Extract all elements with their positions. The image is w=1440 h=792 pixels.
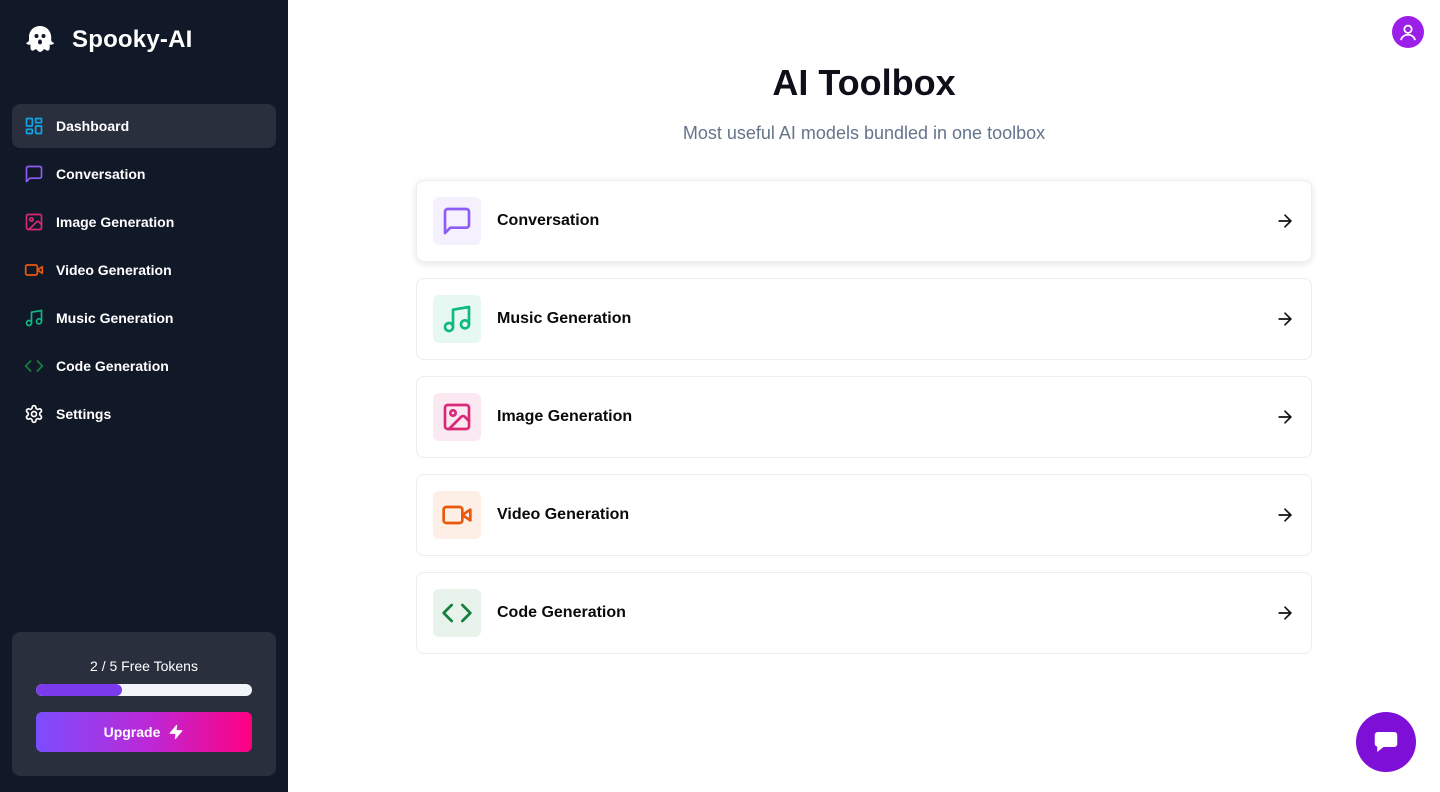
free-tokens-counter: 2 / 5 Free Tokens [90, 658, 198, 674]
tool-icon-box [433, 491, 481, 539]
sidebar-item-settings[interactable]: Settings [12, 392, 276, 436]
tool-label: Music Generation [497, 310, 632, 327]
tokens-progress-bar [36, 684, 252, 696]
sidebar-item-label: Image Generation [56, 214, 175, 230]
sidebar-item-image-generation[interactable]: Image Generation [12, 200, 276, 244]
dashboard-icon [24, 116, 44, 136]
sidebar-nav: Dashboard Conversation Image Generation … [12, 104, 276, 440]
arrow-right-icon [1275, 309, 1295, 329]
arrow-right-icon [1275, 407, 1295, 427]
main-content: AI Toolbox Most useful AI models bundled… [288, 0, 1440, 792]
tokens-progress-fill [36, 684, 123, 696]
image-icon [443, 403, 471, 431]
zap-icon [169, 724, 183, 740]
tool-card-conversation[interactable]: Conversation [416, 180, 1312, 262]
sidebar: Spooky-AI Dashboard Conversation Image G… [0, 0, 288, 792]
tool-card-code-generation[interactable]: Code Generation [416, 572, 1312, 654]
tool-label: Video Generation [497, 506, 630, 523]
code-icon [442, 603, 472, 623]
tool-card-music-generation[interactable]: Music Generation [416, 278, 1312, 360]
tool-icon-box [433, 295, 481, 343]
upgrade-button-label: Upgrade [103, 724, 161, 740]
sidebar-item-music-generation[interactable]: Music Generation [12, 296, 276, 340]
code-icon [24, 356, 44, 376]
tool-label: Code Generation [497, 604, 626, 621]
sidebar-item-conversation[interactable]: Conversation [12, 152, 276, 196]
image-icon [24, 212, 44, 232]
tool-list: Conversation Music Generation Image Gene… [416, 180, 1312, 670]
video-icon [24, 260, 44, 280]
arrow-right-icon [1275, 603, 1295, 623]
ghost-logo-icon [26, 26, 55, 52]
sidebar-item-label: Music Generation [56, 310, 174, 326]
user-icon [1400, 24, 1416, 41]
tool-label: Conversation [497, 212, 600, 229]
user-avatar[interactable] [1392, 16, 1424, 48]
tool-card-video-generation[interactable]: Video Generation [416, 474, 1312, 556]
sidebar-item-video-generation[interactable]: Video Generation [12, 248, 276, 292]
app-root: Spooky-AI Dashboard Conversation Image G… [0, 0, 1440, 792]
tool-icon-box [433, 197, 481, 245]
arrow-right-icon [1275, 505, 1295, 525]
upgrade-button[interactable]: Upgrade [36, 712, 252, 752]
settings-icon [24, 404, 44, 424]
arrow-right-icon [1275, 211, 1295, 231]
sidebar-item-label: Code Generation [56, 358, 169, 374]
sidebar-item-label: Video Generation [56, 262, 172, 278]
brand[interactable]: Spooky-AI [24, 24, 192, 56]
brand-name: Spooky-AI [72, 26, 193, 53]
sidebar-item-label: Dashboard [56, 118, 130, 134]
page-title: AI Toolbox [772, 62, 956, 103]
tool-label: Image Generation [497, 408, 633, 425]
music-icon [24, 308, 44, 328]
free-tokens-card: 2 / 5 Free Tokens Upgrade [12, 632, 276, 776]
chat-bubble-icon [1374, 732, 1398, 752]
page-subtitle: Most useful AI models bundled in one too… [682, 123, 1046, 143]
tool-icon-box [433, 589, 481, 637]
sidebar-item-label: Conversation [56, 166, 146, 182]
message-square-icon [24, 164, 44, 184]
sidebar-item-label: Settings [56, 406, 112, 422]
tool-icon-box [433, 393, 481, 441]
sidebar-item-code-generation[interactable]: Code Generation [12, 344, 276, 388]
message-square-icon [443, 207, 471, 235]
tool-card-image-generation[interactable]: Image Generation [416, 376, 1312, 458]
sidebar-item-dashboard[interactable]: Dashboard [12, 104, 276, 148]
video-icon [442, 505, 472, 525]
chat-support-button[interactable] [1356, 712, 1416, 772]
music-icon [443, 305, 471, 333]
